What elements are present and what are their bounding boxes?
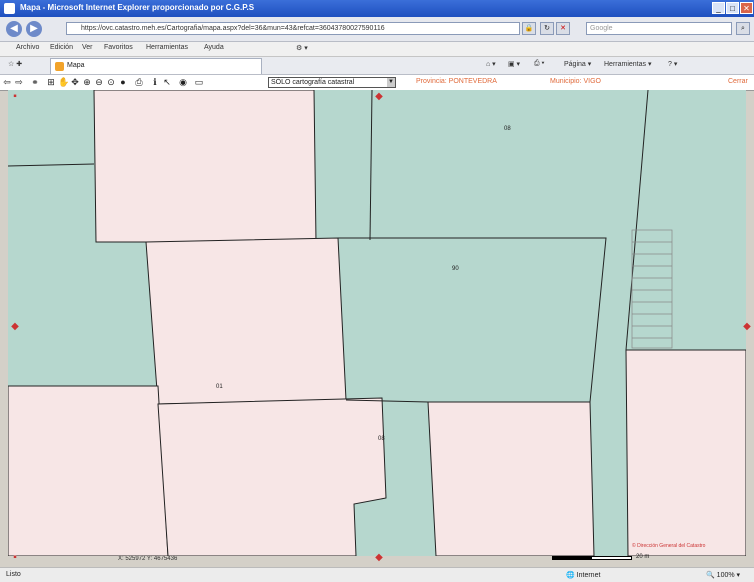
menu-bar: Archivo Edición Ver Favoritos Herramient…	[0, 42, 754, 57]
grid-icon[interactable]: ⊞	[46, 77, 56, 87]
menu-favorites[interactable]: Favoritos	[104, 44, 133, 51]
parcel-border	[369, 90, 373, 241]
chevron-down-icon: ▼	[387, 78, 395, 87]
layer-select[interactable]: SÓLO cartografía catastral ▼	[268, 77, 396, 88]
coordinates-readout: X: 525972 Y: 4675436	[118, 556, 178, 562]
maximize-button[interactable]: □	[726, 2, 739, 14]
municipality-label: Municipio: VIGO	[550, 78, 601, 85]
globe-icon[interactable]: ●	[118, 77, 128, 87]
status-bar: Listo 🌐 Internet 🔍 100% ▾	[0, 567, 754, 582]
pan-east-icon[interactable]: ◆	[742, 322, 752, 332]
search-icon[interactable]: ⌕	[736, 22, 750, 35]
status-text: Listo	[6, 571, 21, 578]
menu-view[interactable]: Ver	[82, 44, 93, 51]
parcel-pink	[145, 237, 347, 405]
home-icon[interactable]: ⌂ ▾	[486, 60, 496, 68]
parcel-pink	[625, 349, 746, 556]
pan-icon[interactable]: ✥	[70, 77, 80, 87]
pan-northwest-icon[interactable]: ▪	[10, 92, 20, 102]
window-title: Mapa - Microsoft Internet Explorer propo…	[20, 3, 255, 12]
pan-west-icon[interactable]: ◆	[10, 322, 20, 332]
rectangle-icon[interactable]: ▭	[194, 77, 204, 87]
refresh-button[interactable]: ↻	[540, 22, 554, 35]
parcel-border	[8, 163, 95, 167]
tools-menu-label: Herramientas	[604, 61, 647, 68]
links-icon[interactable]: ⚙ ▾	[296, 44, 308, 52]
address-toolbar: ◀ ▶ https://ovc.catastro.meh.es/Cartogra…	[0, 17, 754, 42]
tab-mapa[interactable]: Mapa	[50, 58, 262, 74]
forward-button[interactable]: ▶	[26, 21, 42, 37]
close-panel-link[interactable]: Cerrar	[728, 78, 748, 85]
parcel-border	[338, 237, 607, 403]
security-zone: 🌐 Internet	[566, 572, 601, 579]
menu-tools[interactable]: Herramientas	[146, 44, 188, 51]
zone-label: Internet	[576, 572, 601, 579]
close-button[interactable]: ✕	[740, 2, 753, 14]
help-icon[interactable]: ? ▾	[668, 60, 677, 68]
title-bar: Mapa - Microsoft Internet Explorer propo…	[0, 0, 754, 17]
tools-menu[interactable]: Herramientas ▾	[604, 60, 651, 68]
page-icon	[55, 62, 64, 71]
zoom-value: 100%	[716, 572, 735, 579]
parcel-pink	[8, 385, 169, 556]
stop-button[interactable]: ✕	[556, 22, 570, 35]
forward-map-icon[interactable]: ⇨	[14, 77, 24, 87]
parcel-label: 08	[504, 126, 511, 132]
zoom-in-icon[interactable]: ⊕	[82, 77, 92, 87]
layer-select-value: SÓLO cartografía catastral	[271, 79, 355, 86]
zoom-extent-icon[interactable]: ⊙	[106, 77, 116, 87]
pan-southwest-icon[interactable]: ▪	[10, 553, 20, 563]
map-canvas: 08 90 01 08	[8, 90, 746, 556]
zoom-level[interactable]: 🔍 100% ▾	[706, 571, 740, 579]
favorites-star-icon[interactable]: ☆ ✚	[8, 60, 22, 68]
menu-edit[interactable]: Edición	[50, 44, 73, 51]
map-toolbar: ⇦ ⇨ ⚭ ⊞ ✋ ✥ ⊕ ⊖ ⊙ ● ⎙ ℹ ↖ ◉ ▭ SÓLO carto…	[0, 75, 754, 91]
layers-icon[interactable]: ◉	[178, 77, 188, 87]
arrow-icon[interactable]: ↖	[162, 77, 172, 87]
ie-icon	[4, 3, 15, 14]
address-input[interactable]: https://ovc.catastro.meh.es/Cartografia/…	[66, 22, 520, 35]
lock-icon: 🔒	[522, 22, 536, 35]
back-button[interactable]: ◀	[6, 21, 22, 37]
info-icon[interactable]: ℹ	[150, 77, 160, 87]
hatched-structure	[631, 229, 673, 349]
search-input[interactable]: Google	[586, 22, 732, 35]
parcel-pink	[157, 397, 387, 556]
menu-file[interactable]: Archivo	[16, 44, 39, 51]
scale-label: 20 m	[636, 554, 650, 560]
parcel-label: 01	[216, 384, 223, 390]
back-map-icon[interactable]: ⇦	[2, 77, 12, 87]
browser-window: Mapa - Microsoft Internet Explorer propo…	[0, 0, 754, 582]
cadastral-map[interactable]: 08 90 01 08	[8, 90, 746, 556]
province-label: Provincia: PONTEVEDRA	[416, 78, 497, 85]
tab-bar: ☆ ✚ Mapa ⌂ ▾ ▣ ▾ ⎙ ▾ Página ▾ Herramient…	[0, 57, 754, 75]
minimize-button[interactable]: _	[712, 2, 725, 14]
feeds-icon[interactable]: ▣ ▾	[508, 60, 520, 68]
pan-north-icon[interactable]: ◆	[374, 92, 384, 102]
parcel-border	[625, 90, 649, 351]
parcel-label: 08	[378, 436, 385, 442]
scale-bar	[552, 556, 632, 560]
menu-help[interactable]: Ayuda	[204, 44, 224, 51]
page-menu[interactable]: Página ▾	[564, 60, 591, 68]
parcel-pink	[93, 90, 317, 243]
zoom-out-icon[interactable]: ⊖	[94, 77, 104, 87]
tab-label: Mapa	[67, 62, 85, 69]
binoculars-icon[interactable]: ⚭	[30, 77, 40, 87]
hand-icon[interactable]: ✋	[58, 77, 69, 87]
print-map-icon[interactable]: ⎙	[134, 77, 144, 87]
page-menu-label: Página	[564, 61, 586, 68]
pan-south-icon[interactable]: ◆	[374, 553, 384, 563]
parcel-pink	[427, 401, 595, 556]
print-icon[interactable]: ⎙ ▾	[534, 60, 545, 68]
parcel-label: 90	[452, 266, 459, 272]
copyright-text: © Dirección General del Catastro	[632, 543, 706, 549]
